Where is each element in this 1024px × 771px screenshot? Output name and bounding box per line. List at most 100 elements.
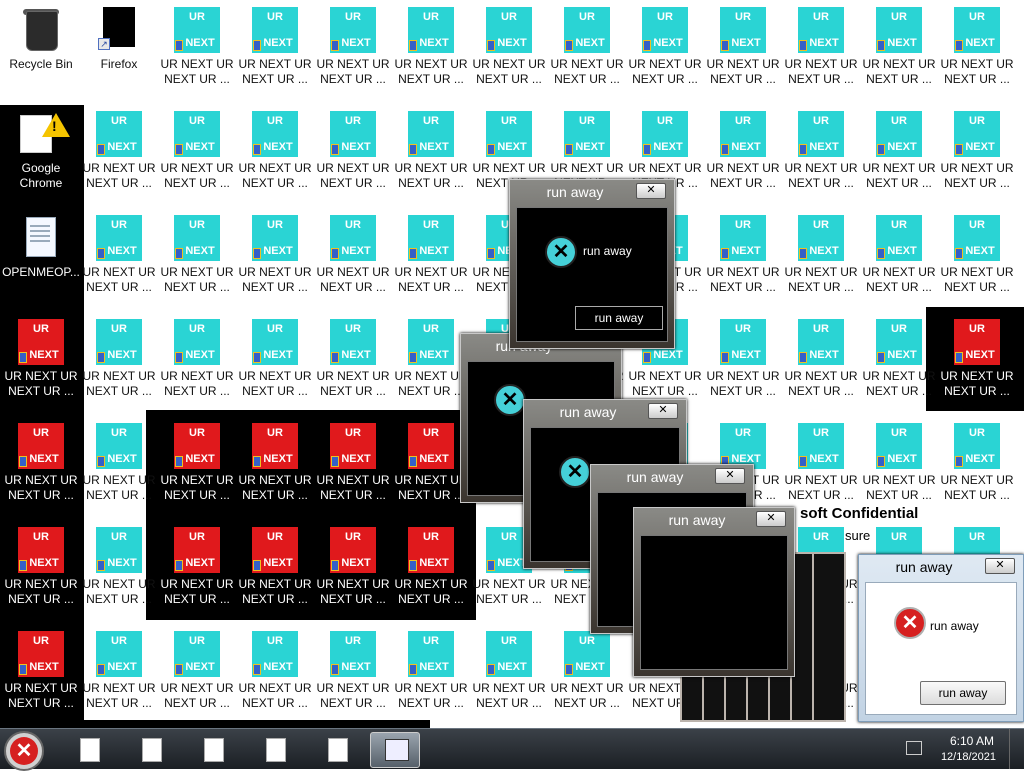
- desktop-icon[interactable]: UR NEXT UR NEXT UR NEXT UR ...: [392, 208, 470, 312]
- desktop-icon[interactable]: UR NEXT UR NEXT UR NEXT UR ...: [80, 624, 158, 728]
- desktop-icon[interactable]: UR NEXT UR NEXT UR NEXT UR ...: [80, 104, 158, 208]
- taskbar-item-active[interactable]: [370, 732, 420, 768]
- desktop-icon[interactable]: UR NEXT UR NEXT UR NEXT UR ...: [236, 624, 314, 728]
- close-button[interactable]: ✕: [985, 558, 1015, 574]
- ur-next-icon: UR NEXT: [330, 7, 376, 53]
- desktop-icon[interactable]: UR NEXT UR NEXT UR NEXT UR ...: [860, 208, 938, 312]
- desktop-icon[interactable]: UR NEXT UR NEXT UR NEXT UR ...: [158, 312, 236, 416]
- dialog-stack-edge: [812, 552, 846, 722]
- desktop-icon[interactable]: UR NEXT UR NEXT UR NEXT UR ...: [236, 0, 314, 104]
- desktop-icon[interactable]: UR NEXT UR NEXT UR NEXT UR ...: [470, 624, 548, 728]
- desktop-icon[interactable]: UR NEXT UR NEXT UR NEXT UR ...: [314, 624, 392, 728]
- desktop-icon[interactable]: UR NEXT UR NEXT UR NEXT UR ...: [158, 208, 236, 312]
- desktop-icon[interactable]: UR NEXT UR NEXT UR NEXT UR ...: [158, 416, 236, 520]
- clock-date[interactable]: 12/18/2021: [941, 751, 996, 763]
- desktop-icon[interactable]: UR NEXT UR NEXT UR NEXT UR ...: [2, 416, 80, 520]
- close-button[interactable]: ✕: [636, 183, 666, 199]
- taskbar-item[interactable]: [250, 732, 298, 766]
- desktop-icon[interactable]: UR NEXT UR NEXT UR NEXT UR ...: [236, 208, 314, 312]
- taskbar-item[interactable]: [64, 732, 112, 766]
- desktop[interactable]: Recycle Bin ↗ Firefox UR NEXT UR NEXT UR NEXT…: [0, 0, 1024, 728]
- desktop-icon[interactable]: UR NEXT UR NEXT UR NEXT UR ...: [80, 312, 158, 416]
- desktop-icon[interactable]: UR NEXT UR NEXT UR NEXT UR ...: [704, 312, 782, 416]
- desktop-icon[interactable]: UR NEXT UR NEXT UR NEXT UR ...: [236, 520, 314, 624]
- desktop-icon[interactable]: UR NEXT UR NEXT UR NEXT UR ...: [2, 624, 80, 728]
- desktop-icon[interactable]: OPENMEOP...: [2, 208, 80, 312]
- desktop-icon[interactable]: UR NEXT UR NEXT UR NEXT UR ...: [782, 312, 860, 416]
- desktop-icon[interactable]: UR NEXT UR NEXT UR NEXT UR ...: [938, 312, 1016, 416]
- desktop-icon[interactable]: UR NEXT UR NEXT UR NEXT UR ...: [392, 312, 470, 416]
- desktop-icon[interactable]: UR NEXT UR NEXT UR NEXT UR ...: [80, 208, 158, 312]
- desktop-icon[interactable]: UR NEXT UR NEXT UR NEXT UR ...: [470, 0, 548, 104]
- network-icon[interactable]: [906, 741, 922, 755]
- run-away-button[interactable]: run away: [920, 681, 1006, 705]
- desktop-icon[interactable]: UR NEXT UR NEXT UR NEXT UR ...: [392, 104, 470, 208]
- ur-next-icon: UR NEXT: [252, 631, 298, 677]
- desktop-icon[interactable]: UR NEXT UR NEXT UR NEXT UR ...: [314, 312, 392, 416]
- close-button[interactable]: ✕: [648, 403, 678, 419]
- taskbar-item[interactable]: [188, 732, 236, 766]
- desktop-icon[interactable]: Recycle Bin: [2, 0, 80, 104]
- desktop-icon[interactable]: UR NEXT UR NEXT UR NEXT UR ...: [704, 208, 782, 312]
- desktop-icon[interactable]: UR NEXT UR NEXT UR NEXT UR ...: [548, 0, 626, 104]
- shield-icon: [487, 664, 495, 675]
- run-away-dialog[interactable]: run away ✕: [633, 507, 795, 677]
- desktop-icon[interactable]: UR NEXT UR NEXT UR NEXT UR ...: [314, 416, 392, 520]
- taskbar-item[interactable]: [126, 732, 174, 766]
- desktop-icon[interactable]: UR NEXT UR NEXT UR NEXT UR ...: [314, 104, 392, 208]
- start-button[interactable]: ✕: [4, 731, 44, 771]
- desktop-icon[interactable]: UR NEXT UR NEXT UR NEXT UR ...: [704, 0, 782, 104]
- icon-text-top: UR: [813, 323, 829, 335]
- desktop-icon[interactable]: UR NEXT UR NEXT UR NEXT UR ...: [938, 104, 1016, 208]
- icon-text-top: UR: [345, 115, 361, 127]
- desktop-icon[interactable]: UR NEXT UR NEXT UR NEXT UR ...: [782, 104, 860, 208]
- run-away-dialog-front[interactable]: run away ✕ ✕ run away run away: [858, 554, 1024, 722]
- desktop-icon[interactable]: UR NEXT UR NEXT UR NEXT UR ...: [860, 0, 938, 104]
- icon-text-bottom: NEXT: [29, 661, 59, 673]
- icon-text-bottom: NEXT: [497, 661, 527, 673]
- ur-next-icon: UR NEXT: [18, 423, 64, 469]
- desktop-icon[interactable]: UR NEXT UR NEXT UR NEXT UR ...: [392, 520, 470, 624]
- desktop-icon[interactable]: UR NEXT UR NEXT UR NEXT UR ...: [938, 416, 1016, 520]
- desktop-icon[interactable]: UR NEXT UR NEXT UR NEXT UR ...: [782, 208, 860, 312]
- desktop-icon[interactable]: ! Google Chrome: [2, 104, 80, 208]
- close-button[interactable]: ✕: [756, 511, 786, 527]
- desktop-icon[interactable]: UR NEXT UR NEXT UR NEXT UR ...: [158, 624, 236, 728]
- desktop-icon[interactable]: UR NEXT UR NEXT UR NEXT UR ...: [80, 416, 158, 520]
- desktop-icon[interactable]: ↗ Firefox: [80, 0, 158, 104]
- desktop-icon[interactable]: UR NEXT UR NEXT UR NEXT UR ...: [782, 0, 860, 104]
- icon-text-bottom: NEXT: [497, 141, 527, 153]
- icon-label: UR NEXT UR NEXT UR ...: [82, 681, 156, 710]
- desktop-icon[interactable]: UR NEXT UR NEXT UR NEXT UR ...: [236, 312, 314, 416]
- desktop-icon[interactable]: UR NEXT UR NEXT UR NEXT UR ...: [860, 312, 938, 416]
- icon-text-top: UR: [969, 323, 985, 335]
- desktop-icon[interactable]: UR NEXT UR NEXT UR NEXT UR ...: [314, 208, 392, 312]
- desktop-icon[interactable]: UR NEXT UR NEXT UR NEXT UR ...: [392, 624, 470, 728]
- desktop-icon[interactable]: UR NEXT UR NEXT UR NEXT UR ...: [2, 520, 80, 624]
- desktop-icon[interactable]: UR NEXT UR NEXT UR NEXT UR ...: [236, 104, 314, 208]
- desktop-icon[interactable]: UR NEXT UR NEXT UR NEXT UR ...: [158, 104, 236, 208]
- desktop-icon[interactable]: UR NEXT UR NEXT UR NEXT UR ...: [80, 520, 158, 624]
- desktop-icon[interactable]: UR NEXT UR NEXT UR NEXT UR ...: [938, 0, 1016, 104]
- clock-time[interactable]: 6:10 AM: [950, 734, 994, 748]
- desktop-icon[interactable]: UR NEXT UR NEXT UR NEXT UR ...: [314, 520, 392, 624]
- desktop-icon[interactable]: UR NEXT UR NEXT UR NEXT UR ...: [2, 312, 80, 416]
- desktop-icon[interactable]: UR NEXT UR NEXT UR NEXT UR ...: [158, 520, 236, 624]
- icon-text-top: UR: [345, 531, 361, 543]
- desktop-icon[interactable]: UR NEXT UR NEXT UR NEXT UR ...: [938, 208, 1016, 312]
- run-away-button[interactable]: run away: [575, 306, 663, 330]
- desktop-icon[interactable]: UR NEXT UR NEXT UR NEXT UR ...: [158, 0, 236, 104]
- close-button[interactable]: ✕: [715, 468, 745, 484]
- desktop-icon[interactable]: UR NEXT UR NEXT UR NEXT UR ...: [548, 624, 626, 728]
- icon-text-top: UR: [735, 11, 751, 23]
- show-desktop-button[interactable]: [1009, 729, 1024, 769]
- desktop-icon[interactable]: UR NEXT UR NEXT UR NEXT UR ...: [626, 0, 704, 104]
- desktop-icon[interactable]: UR NEXT UR NEXT UR NEXT UR ...: [392, 416, 470, 520]
- taskbar-item[interactable]: [312, 732, 360, 766]
- run-away-dialog[interactable]: run away ✕ ✕ run away run away: [509, 179, 675, 349]
- desktop-icon[interactable]: UR NEXT UR NEXT UR NEXT UR ...: [392, 0, 470, 104]
- desktop-icon[interactable]: UR NEXT UR NEXT UR NEXT UR ...: [704, 104, 782, 208]
- desktop-icon[interactable]: UR NEXT UR NEXT UR NEXT UR ...: [236, 416, 314, 520]
- desktop-icon[interactable]: UR NEXT UR NEXT UR NEXT UR ...: [314, 0, 392, 104]
- desktop-icon[interactable]: UR NEXT UR NEXT UR NEXT UR ...: [860, 104, 938, 208]
